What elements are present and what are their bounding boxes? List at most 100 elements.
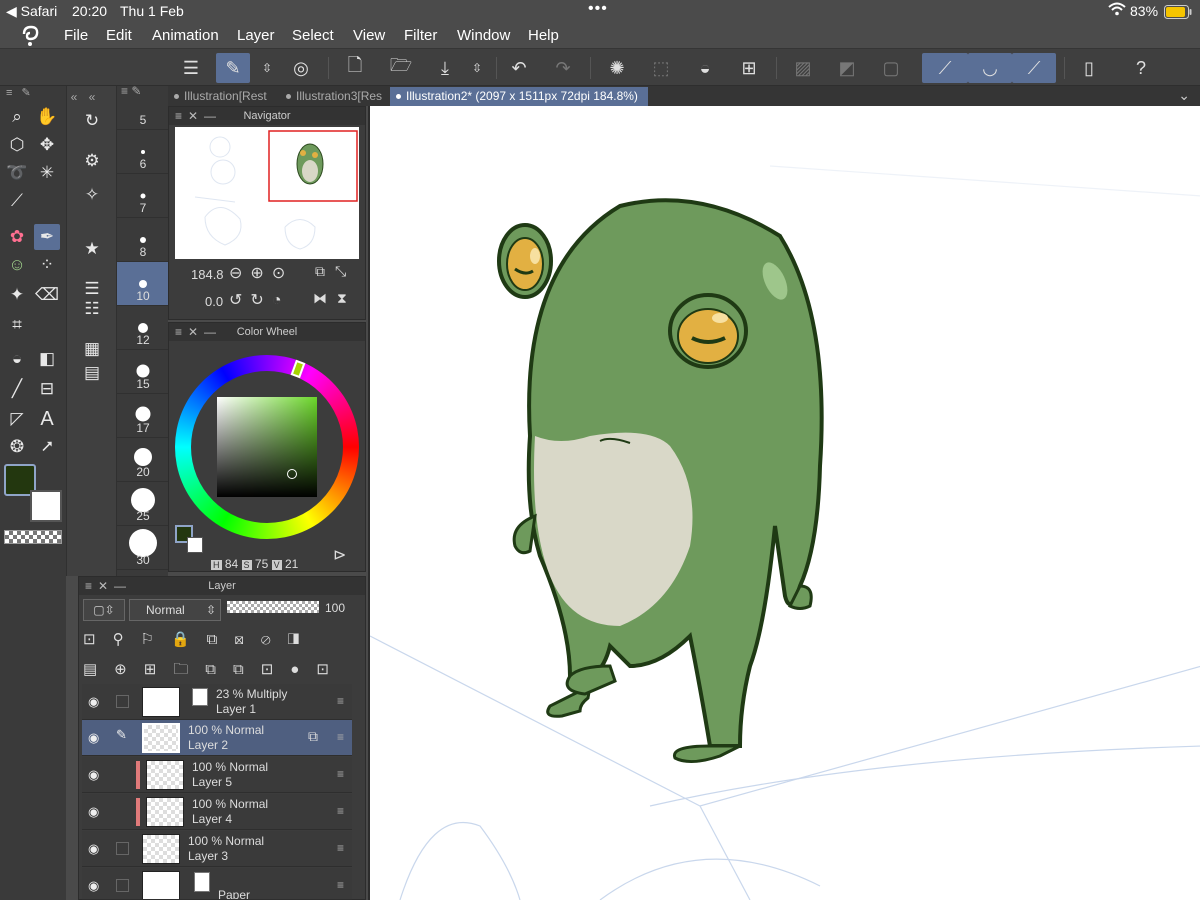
save-options-chevron-icon[interactable]: ⇳ <box>464 53 490 83</box>
layer-select-checkbox[interactable] <box>116 879 129 892</box>
transparent-color-swatch[interactable] <box>4 530 62 544</box>
back-to-safari[interactable]: ◀ Safari <box>6 3 57 20</box>
timeline-icon[interactable]: ▦ <box>79 336 105 362</box>
save-icon[interactable]: ⤓ <box>428 53 462 83</box>
hamburger-menu-icon[interactable]: ☰ <box>174 53 208 83</box>
crop-icon[interactable]: ⊞ <box>732 53 766 83</box>
text-tool-icon[interactable]: A <box>34 406 60 432</box>
menu-help[interactable]: Help <box>528 27 559 44</box>
selection-border-icon[interactable]: ▢ <box>874 53 908 83</box>
layer-row-paper[interactable]: ◉ Paper ≡ <box>82 868 352 900</box>
saturation-value-square[interactable] <box>217 397 317 497</box>
layer-row-layer-5[interactable]: ◉ 100 % Normal Layer 5 ≡ <box>82 757 352 793</box>
fill-bucket-icon[interactable]: ◒ <box>4 346 30 372</box>
brush-size-8[interactable]: 8 <box>117 218 169 262</box>
color-wheel-panel-controls[interactable]: ≡✕— <box>175 323 222 341</box>
clear-icon[interactable]: ▨ <box>786 53 820 83</box>
brush-size-5[interactable]: 5 <box>117 86 169 130</box>
layer-select-checkbox[interactable] <box>116 695 129 708</box>
fit-window-icons[interactable]: ⧉⤡ <box>315 263 356 280</box>
layer-drag-handle-icon[interactable]: ≡ <box>337 878 344 892</box>
hand-tool-icon[interactable]: ✋ <box>34 104 60 130</box>
help-icon[interactable]: ? <box>1124 53 1158 83</box>
tab-illustration3[interactable]: Illustration3[Res <box>280 87 384 106</box>
eraser-icon[interactable]: ⌫ <box>34 282 60 308</box>
eyedropper-icon[interactable]: ⟋ <box>4 188 30 214</box>
loading-icon[interactable]: ✺ <box>600 53 634 83</box>
invert-selection-icon[interactable]: ◩ <box>830 53 864 83</box>
fill-icon[interactable]: ◒ <box>688 53 722 83</box>
brush-size-25[interactable]: 25 <box>117 482 169 526</box>
magic-wand-icon[interactable]: ✳ <box>34 160 60 186</box>
zoom-out-in-fit-icons[interactable]: ⊖⊕⊙ <box>229 263 293 283</box>
sv-picker-handle[interactable] <box>287 469 297 479</box>
navigator-preview[interactable] <box>175 127 359 259</box>
color-play-icon[interactable]: ⊳ <box>333 545 346 565</box>
perspective-grid-icon[interactable]: ⌗ <box>4 312 30 338</box>
drawing-canvas[interactable] <box>368 106 1200 900</box>
spray-tool-icon[interactable]: ⁘ <box>34 252 60 278</box>
visibility-eye-icon[interactable]: ◉ <box>88 730 106 746</box>
lasso-tool-icon[interactable]: ➰ <box>4 160 30 186</box>
menu-file[interactable]: File <box>64 27 88 44</box>
decoration-brush-icon[interactable]: ✿ <box>4 224 30 250</box>
tab-illustration2[interactable]: Illustration2* (2097 x 1511px 72dpi 184.… <box>390 87 648 106</box>
brush-size-30[interactable]: 30 <box>117 526 169 570</box>
tool-palette-header-icon[interactable]: ≡ ✎ <box>6 86 34 99</box>
visibility-eye-icon[interactable]: ◉ <box>88 841 106 857</box>
menu-window[interactable]: Window <box>457 27 510 44</box>
layer-drag-handle-icon[interactable]: ≡ <box>337 841 344 855</box>
open-folder-icon[interactable]: 🗁 <box>384 53 418 83</box>
opacity-slider[interactable] <box>227 601 319 613</box>
pen-tool-icon[interactable]: ✒ <box>34 224 60 250</box>
tab-list-chevron-icon[interactable]: ⌄ <box>1178 87 1190 104</box>
navigator-panel-controls[interactable]: ≡✕— <box>175 107 222 125</box>
correct-line-icon[interactable]: ⭧ <box>34 434 60 460</box>
edit-mode-icon[interactable]: ✎ <box>216 53 250 83</box>
brush-size-17[interactable]: 17 <box>117 394 169 438</box>
snap-grid-icon[interactable]: ⟋ <box>1012 53 1056 83</box>
visibility-eye-icon[interactable]: ◉ <box>88 804 106 820</box>
visibility-eye-icon[interactable]: ◉ <box>88 767 106 783</box>
animation-cels-icon[interactable]: ▤ <box>79 360 105 386</box>
move-tool-icon[interactable]: ✥ <box>34 132 60 158</box>
sparkle-tool-icon[interactable]: ✦ <box>4 282 30 308</box>
tab-illustration-rest[interactable]: Illustration[Rest <box>168 87 274 106</box>
gradient-icon[interactable]: ◧ <box>34 346 60 372</box>
wheel-sub-color[interactable] <box>187 537 203 553</box>
flip-icons[interactable]: ⧓⧗ <box>313 290 357 307</box>
layer-drag-handle-icon[interactable]: ≡ <box>337 767 344 781</box>
balloon-tool-icon[interactable]: ❂ <box>4 434 30 460</box>
menu-select[interactable]: Select <box>292 27 334 44</box>
menu-filter[interactable]: Filter <box>404 27 437 44</box>
layer-actions-toolbar[interactable]: ▤⊕⊞🗀⧉⧉⊡●⊡🗑 <box>83 657 363 704</box>
sub-tool-settings-icon[interactable]: ↻ <box>79 108 105 134</box>
object-tool-icon[interactable]: ⬡ <box>4 132 30 158</box>
layer-lock-toolbar[interactable]: ⊡⚲⚐🔒⧉⊠⊘◨ <box>83 627 363 653</box>
menu-layer[interactable]: Layer <box>237 27 275 44</box>
menu-animation[interactable]: Animation <box>152 27 219 44</box>
brush-size-6[interactable]: 6 <box>117 130 169 174</box>
brush-size-12[interactable]: 12 <box>117 306 169 350</box>
transform-icon[interactable]: ⬚ <box>644 53 678 83</box>
menu-edit[interactable]: Edit <box>106 27 132 44</box>
layer-row-layer-2[interactable]: ◉ ✎ 100 % Normal Layer 2 ⧉ ≡ <box>82 720 352 756</box>
brush-size-7[interactable]: 7 <box>117 174 169 218</box>
layer-drag-handle-icon[interactable]: ≡ <box>337 730 344 744</box>
menu-view[interactable]: View <box>353 27 385 44</box>
multitask-dots-icon[interactable]: ••• <box>588 0 608 18</box>
tool-property-icon[interactable]: ⚙ <box>79 148 105 174</box>
character-material-icon[interactable]: ☺ <box>4 252 30 278</box>
layer-row-layer-4[interactable]: ◉ 100 % Normal Layer 4 ≡ <box>82 794 352 830</box>
mode-switch-chevron-icon[interactable]: ⇳ <box>254 53 280 83</box>
panel-collapse-icon[interactable]: « <box>61 84 87 110</box>
smartphone-icon[interactable]: ▯ <box>1072 53 1106 83</box>
snap-special-ruler-icon[interactable]: ◡ <box>968 53 1012 83</box>
layer-type-select[interactable]: ▢⇳ <box>83 599 125 621</box>
line-tool-icon[interactable]: ╱ <box>4 376 30 402</box>
redo-icon[interactable]: ↷ <box>546 53 580 83</box>
snap-ruler-icon[interactable]: ⟋ <box>922 53 968 83</box>
new-canvas-icon[interactable]: 🗋 <box>338 53 372 83</box>
brush-size-10[interactable]: 10 <box>117 262 169 306</box>
companion-icon[interactable]: ◎ <box>284 53 318 83</box>
